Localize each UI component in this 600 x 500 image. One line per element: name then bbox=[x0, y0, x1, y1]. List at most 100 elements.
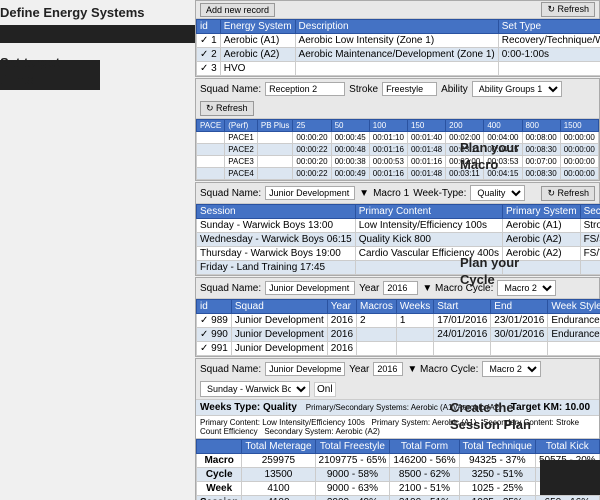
stats-row-macro: Macro 259975 2109775 - 65% 146200 - 56% … bbox=[197, 454, 600, 468]
stats-row-session: Session 4100 2000 - 49% 2100 - 51% 1025 … bbox=[197, 496, 600, 500]
cycles-form-row: Squad Name: Year ▼ Macro Cycle: Macro 2 bbox=[196, 278, 599, 299]
col-total-meterage: Total Meterage bbox=[242, 440, 315, 454]
energy-systems-section: Add new record ↻ Refresh id Energy Syste… bbox=[195, 0, 600, 77]
primary-content-info: Primary Content: Low Intensity/Efficienc… bbox=[196, 416, 599, 439]
sessions-section: Squad Name: ▼ Macro 1 Week-Type: Quality… bbox=[195, 182, 600, 276]
col-pace: PACE bbox=[197, 120, 225, 132]
col-800: 800 bbox=[522, 120, 560, 132]
col-100: 100 bbox=[369, 120, 407, 132]
squad-label-2: Squad Name: bbox=[200, 188, 261, 199]
col-50: 50 bbox=[331, 120, 369, 132]
cycle-row[interactable]: ✓ 989 Junior Development 2016 2 1 17/01/… bbox=[197, 314, 600, 328]
squad-name-2-input[interactable] bbox=[265, 186, 355, 200]
squad-name-input[interactable] bbox=[265, 82, 345, 96]
stats-row-cycle: Cycle 13500 9000 - 58% 8500 - 62% 3250 -… bbox=[197, 468, 600, 482]
year-label: Year bbox=[359, 283, 379, 294]
col-id-c: id bbox=[197, 300, 232, 314]
col-total-kick: Total Kick bbox=[535, 440, 599, 454]
session-row[interactable]: Friday - Land Training 17:45 bbox=[197, 261, 600, 275]
col-secondary-content: Secondary Content bbox=[580, 205, 600, 219]
session-row[interactable]: Sunday - Warwick Boys 13:00 Low Intensit… bbox=[197, 219, 600, 233]
col-macros: Macros bbox=[357, 300, 397, 314]
cycle-row[interactable]: ✓ 990 Junior Development 2016 24/01/2016… bbox=[197, 328, 600, 342]
energy-toolbar: Add new record ↻ Refresh bbox=[196, 1, 599, 19]
col-week-style: Week Style bbox=[548, 300, 600, 314]
col-end: End bbox=[491, 300, 548, 314]
table-row[interactable]: ✓ 1 Aerobic (A1) Aerobic Low Intensity (… bbox=[197, 34, 600, 48]
onl-label: Onl bbox=[314, 382, 336, 397]
col-1500: 1500 bbox=[560, 120, 598, 132]
col-energy-system: Energy System bbox=[220, 20, 295, 34]
col-level bbox=[197, 440, 242, 454]
col-session: Session bbox=[197, 205, 356, 219]
pace-row[interactable]: PACE3 00:00:2000:00:3800:00:53 00:01:160… bbox=[197, 156, 599, 168]
squad-name-4-input[interactable] bbox=[265, 362, 345, 376]
squad-label: Squad Name: bbox=[200, 84, 261, 95]
year-input[interactable] bbox=[383, 281, 418, 295]
ability-label: Ability bbox=[441, 84, 468, 95]
plan-macro-annotation: Plan yourMacro bbox=[460, 140, 519, 174]
squad-label-4: Squad Name: bbox=[200, 364, 261, 375]
pace-row[interactable]: PACE1 00:00:2000:00:4500:01:10 00:01:400… bbox=[197, 132, 599, 144]
ability-select[interactable]: Ability Groups 1 bbox=[472, 81, 562, 97]
macro-label: ▼ bbox=[359, 188, 369, 199]
sessions-table: Session Primary Content Primary System S… bbox=[196, 204, 600, 275]
define-annotation: Define Energy Systems bbox=[0, 5, 145, 21]
pace-row[interactable]: PACE2 00:00:2200:00:4800:01:16 00:01:480… bbox=[197, 144, 599, 156]
weeks-info: Weeks Type: Quality Primary/Secondary Sy… bbox=[196, 400, 599, 416]
year-4-input[interactable] bbox=[373, 362, 403, 376]
week-type-select[interactable]: Quality bbox=[470, 185, 525, 201]
cycle-row[interactable]: ✓ 991 Junior Development 2016 Aerobic (A… bbox=[197, 342, 600, 356]
week-type-label: Week-Type: bbox=[413, 188, 466, 199]
col-400: 400 bbox=[484, 120, 522, 132]
energy-table: id Energy System Description Set Type Ef… bbox=[196, 19, 600, 76]
col-primary-system: Primary System bbox=[503, 205, 581, 219]
add-new-energy-btn[interactable]: Add new record bbox=[200, 3, 275, 17]
pace-row[interactable]: PACE4 00:00:2200:00:4900:01:16 00:01:480… bbox=[197, 168, 599, 180]
create-session-annotation: Create theSession Plan bbox=[450, 400, 531, 434]
table-row[interactable]: ✓ 3 HVO PACE bbox=[197, 62, 600, 76]
col-squad: Squad bbox=[231, 300, 327, 314]
col-150: 150 bbox=[407, 120, 445, 132]
col-set-type: Set Type bbox=[498, 20, 600, 34]
refresh-energy-btn[interactable]: ↻ Refresh bbox=[541, 2, 595, 17]
stroke-input[interactable] bbox=[382, 82, 437, 96]
col-pb-plus: PB Plus bbox=[257, 120, 293, 132]
col-weeks: Weeks bbox=[396, 300, 433, 314]
set-target-annotation: Set targettimes bbox=[0, 55, 60, 89]
refresh-sessions-btn[interactable]: ↻ Refresh bbox=[541, 186, 595, 201]
col-total-freestyle: Total Freestyle bbox=[315, 440, 390, 454]
macro-cycle-label-4: ▼ Macro Cycle: bbox=[407, 364, 478, 375]
col-perf: (Perf) bbox=[225, 120, 258, 132]
redacted-1 bbox=[0, 25, 195, 43]
col-primary-content: Primary Content bbox=[355, 205, 502, 219]
session-plan-form-row: Squad Name: Year ▼ Macro Cycle: Macro 2 … bbox=[196, 359, 599, 400]
squad-name-3-input[interactable] bbox=[265, 281, 355, 295]
cycles-section: Squad Name: Year ▼ Macro Cycle: Macro 2 … bbox=[195, 277, 600, 357]
refresh-pace-btn[interactable]: ↻ Refresh bbox=[200, 101, 254, 116]
session-row[interactable]: Thursday - Warwick Boys 19:00 Cardio Vas… bbox=[197, 247, 600, 261]
macro-2-label: Macro 1 bbox=[373, 188, 409, 199]
cycles-table: id Squad Year Macros Weeks Start End Wee… bbox=[196, 299, 600, 356]
redacted-3 bbox=[540, 460, 600, 495]
squad-label-3: Squad Name: bbox=[200, 283, 261, 294]
session-filter-select[interactable]: Sunday - Warwick Boys 13:00 bbox=[200, 381, 310, 397]
stats-row-week: Week 4100 9000 - 63% 2100 - 51% 1025 - 2… bbox=[197, 482, 600, 496]
col-total-technique: Total Technique bbox=[459, 440, 535, 454]
macro-cycle-4-select[interactable]: Macro 2 bbox=[482, 361, 541, 377]
pace-section: Squad Name: Stroke Ability Ability Group… bbox=[195, 78, 600, 181]
year-label-4: Year bbox=[349, 364, 369, 375]
col-total-form: Total Form bbox=[390, 440, 459, 454]
col-25: 25 bbox=[293, 120, 331, 132]
col-year: Year bbox=[327, 300, 356, 314]
sessions-form-row: Squad Name: ▼ Macro 1 Week-Type: Quality… bbox=[196, 183, 599, 204]
plan-cycle-annotation: Plan yourCycle bbox=[460, 255, 519, 289]
session-row[interactable]: Wednesday - Warwick Boys 06:15 Quality K… bbox=[197, 233, 600, 247]
pace-table: PACE (Perf) PB Plus 25 50 100 150 200 40… bbox=[196, 119, 599, 180]
stroke-label: Stroke bbox=[349, 84, 378, 95]
squad-form-row: Squad Name: Stroke Ability Ability Group… bbox=[196, 79, 599, 119]
col-start: Start bbox=[434, 300, 491, 314]
table-row[interactable]: ✓ 2 Aerobic (A2) Aerobic Maintenance/Dev… bbox=[197, 48, 600, 62]
col-200: 200 bbox=[446, 120, 484, 132]
col-description: Description bbox=[295, 20, 498, 34]
